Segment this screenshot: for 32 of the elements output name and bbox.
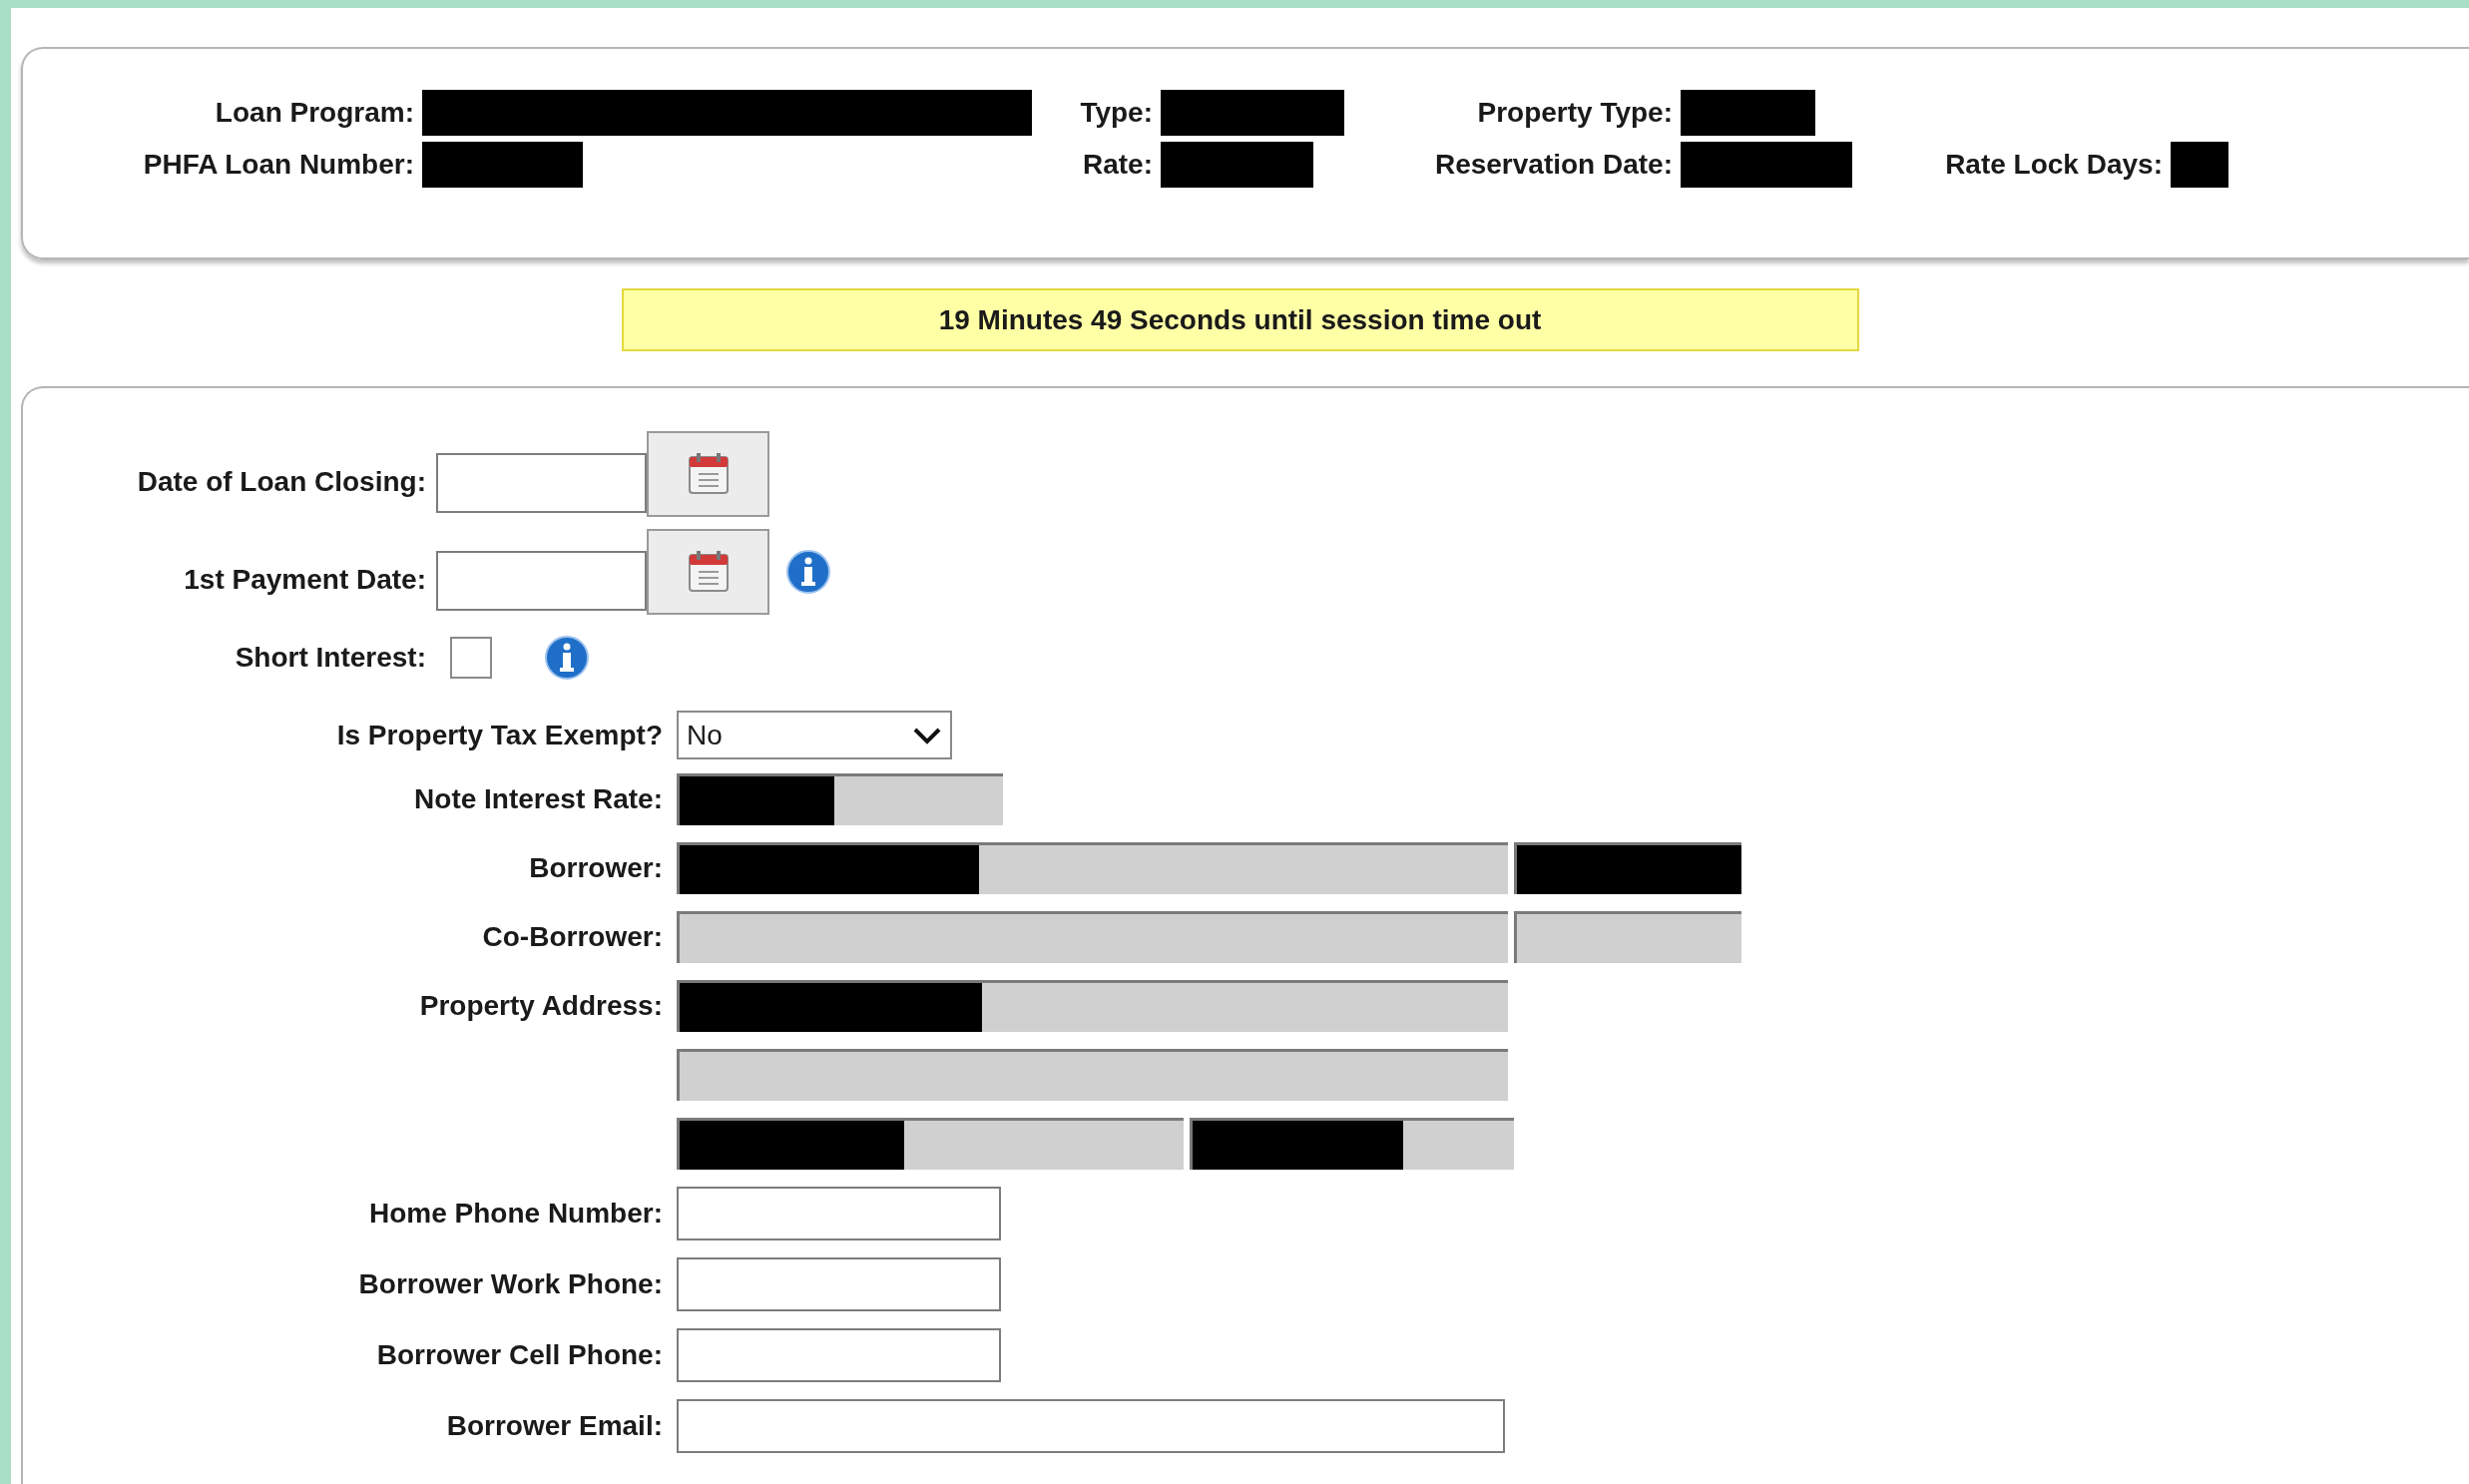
field-label: Co-Borrower: [482,920,663,954]
field-label: Borrower Email: [446,1409,663,1443]
text-input-field[interactable] [677,1328,1001,1382]
field-label: Borrower Cell Phone: [376,1338,663,1372]
field-label: Note Interest Rate: [414,782,663,816]
field-label: Short Interest: [234,641,426,675]
dropdown-select[interactable]: No [677,711,952,759]
checkbox[interactable] [450,637,492,679]
field-label: Is Property Tax Exempt? [335,718,663,752]
date-input-field[interactable] [436,453,647,513]
info-icon[interactable] [544,635,590,681]
field-label: Borrower: [529,851,663,885]
field-label: Rate Lock Days: [1944,148,2163,182]
text-input-field[interactable] [677,1399,1505,1453]
field-label: PHFA Loan Number: [142,148,414,182]
field-label: Type: [1079,96,1153,130]
text-input-field[interactable] [677,1257,1001,1311]
text-input-field[interactable] [677,1187,1001,1240]
calendar-button[interactable] [647,529,769,615]
field-label: Rate: [1082,148,1153,182]
field-label: Date of Loan Closing: [136,465,426,499]
field-label: Property Address: [419,989,663,1023]
field-label: Borrower Work Phone: [358,1267,663,1301]
date-input-field[interactable] [436,551,647,611]
field-label: Property Type: [1476,96,1673,130]
field-label: Loan Program: [214,96,414,130]
calendar-button[interactable] [647,431,769,517]
session-timeout-banner: 19 Minutes 49 Seconds until session time out [621,288,1859,351]
field-label: Reservation Date: [1433,148,1673,182]
field-label: 1st Payment Date: [183,563,426,597]
info-icon[interactable] [785,549,831,595]
field-label: Home Phone Number: [368,1197,663,1231]
